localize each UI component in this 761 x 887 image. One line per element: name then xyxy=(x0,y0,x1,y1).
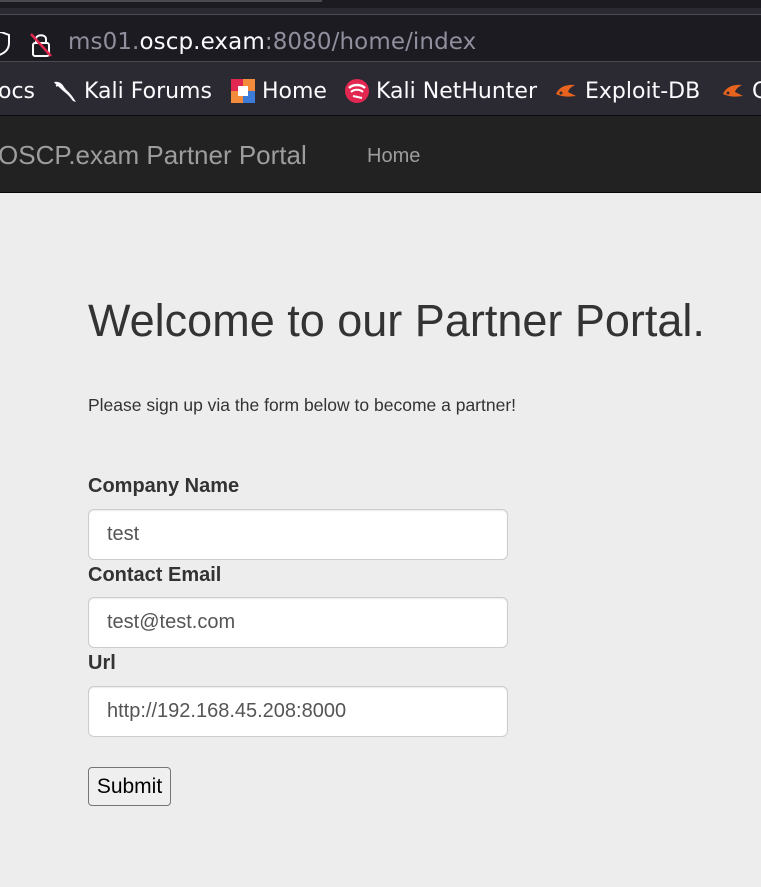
bookmark-exploit-db[interactable]: Exploit-DB xyxy=(553,77,700,105)
tab-strip xyxy=(0,0,761,8)
bookmark-label: Home xyxy=(262,78,327,104)
site-navbar: OSCP.exam Partner Portal Home xyxy=(0,116,761,193)
bookmark-label: Kali NetHunter xyxy=(376,78,537,104)
kali-dragon-icon xyxy=(54,81,76,102)
url-host: oscp.exam xyxy=(139,29,265,55)
exploitdb-icon xyxy=(723,84,743,97)
company-name-input[interactable] xyxy=(88,509,508,560)
page-intro: Please sign up via the form below to bec… xyxy=(88,395,517,415)
navbar-brand[interactable]: OSCP.exam Partner Portal xyxy=(0,140,307,171)
page-title: Welcome to our Partner Portal. xyxy=(88,295,705,346)
bookmark-label: ocs xyxy=(0,78,36,104)
bookmark-docs[interactable]: ocs xyxy=(0,77,35,105)
offsec-icon xyxy=(231,79,255,103)
bookmark-label: Kali Forums xyxy=(84,78,212,104)
bookmark-label: Exploit-DB xyxy=(585,78,701,104)
bookmarks-toolbar: ocs Kali Forums Home Kali NetHunter Expl… xyxy=(0,62,761,116)
address-bar[interactable]: ms01.oscp.exam:8080/home/index xyxy=(0,14,761,62)
shield-icon[interactable] xyxy=(0,32,11,56)
insecure-lock-icon[interactable] xyxy=(29,32,53,58)
company-name-label: Company Name xyxy=(88,475,240,497)
url-input[interactable] xyxy=(88,686,508,737)
contact-email-label: Contact Email xyxy=(88,564,222,586)
contact-email-input[interactable] xyxy=(88,597,508,648)
navigation-toolbar: ms01.oscp.exam:8080/home/index xyxy=(0,8,761,62)
nethunter-icon xyxy=(345,79,369,103)
exploitdb-icon xyxy=(556,84,576,97)
url-path: :8080/home/index xyxy=(264,29,477,55)
nav-link-home[interactable]: Home xyxy=(367,145,420,168)
bookmark-label: G xyxy=(752,78,761,104)
url-label: Url xyxy=(88,652,116,674)
submit-button[interactable]: Submit xyxy=(88,767,171,806)
bookmark-home[interactable]: Home xyxy=(230,77,327,105)
bookmark-kali-forums[interactable]: Kali Forums xyxy=(52,77,212,105)
active-tab-edge[interactable] xyxy=(0,0,322,2)
bookmark-kali-nethunter[interactable]: Kali NetHunter xyxy=(344,77,537,105)
url-text[interactable]: ms01.oscp.exam:8080/home/index xyxy=(68,29,476,55)
bookmark-overflow[interactable]: G xyxy=(720,77,761,105)
url-subdomain: ms01. xyxy=(68,29,140,55)
